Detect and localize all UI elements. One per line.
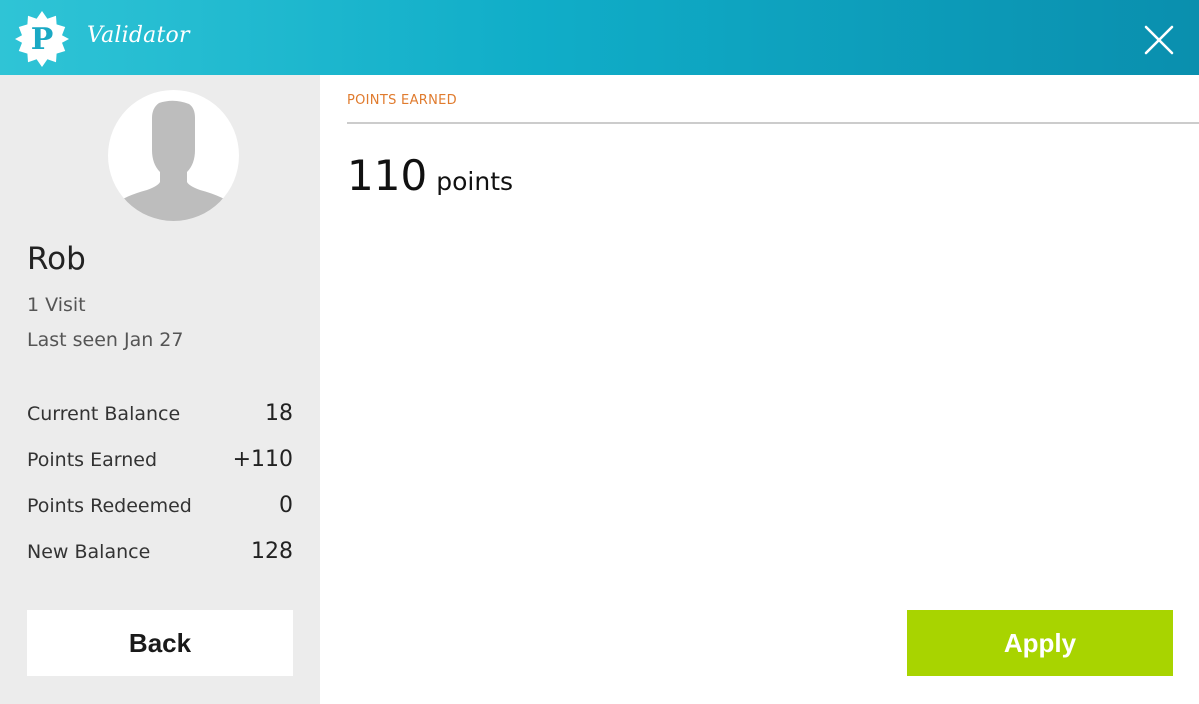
section-label: POINTS EARNED — [347, 93, 457, 108]
stat-label: Points Earned — [27, 449, 158, 471]
balance-summary: Current Balance 18 Points Earned +110 Po… — [27, 398, 293, 582]
stat-row-points-earned: Points Earned +110 — [27, 444, 293, 490]
points-unit: points — [436, 167, 514, 196]
points-value: 110 — [347, 151, 428, 200]
validator-dialog: P Validator Rob 1 Visit Last seen Jan 27… — [0, 0, 1199, 704]
app-title: Validator — [87, 23, 190, 48]
section-divider — [347, 122, 1199, 124]
points-panel: POINTS EARNED 110 points Apply — [320, 75, 1199, 704]
visit-count: 1 Visit — [27, 294, 86, 316]
stat-value: 18 — [265, 401, 293, 426]
stat-row-points-redeemed: Points Redeemed 0 — [27, 490, 293, 536]
stat-row-current-balance: Current Balance 18 — [27, 398, 293, 444]
app-logo-icon: P — [13, 10, 71, 68]
person-silhouette-icon — [108, 90, 239, 221]
stat-value: 128 — [251, 539, 293, 564]
last-seen: Last seen Jan 27 — [27, 329, 184, 351]
stat-label: New Balance — [27, 541, 151, 563]
apply-button[interactable]: Apply — [907, 610, 1173, 676]
back-button[interactable]: Back — [27, 610, 293, 676]
stat-value: 0 — [279, 493, 293, 518]
customer-name: Rob — [27, 241, 86, 277]
stat-row-new-balance: New Balance 128 — [27, 536, 293, 582]
logo-letter: P — [31, 22, 54, 57]
customer-sidebar: Rob 1 Visit Last seen Jan 27 Current Bal… — [0, 75, 320, 704]
stat-label: Points Redeemed — [27, 495, 192, 517]
points-display: 110 points — [347, 151, 513, 200]
header-bar: P Validator — [0, 0, 1199, 75]
close-icon[interactable] — [1141, 22, 1177, 58]
stat-value: +110 — [232, 447, 293, 472]
stat-label: Current Balance — [27, 403, 181, 425]
